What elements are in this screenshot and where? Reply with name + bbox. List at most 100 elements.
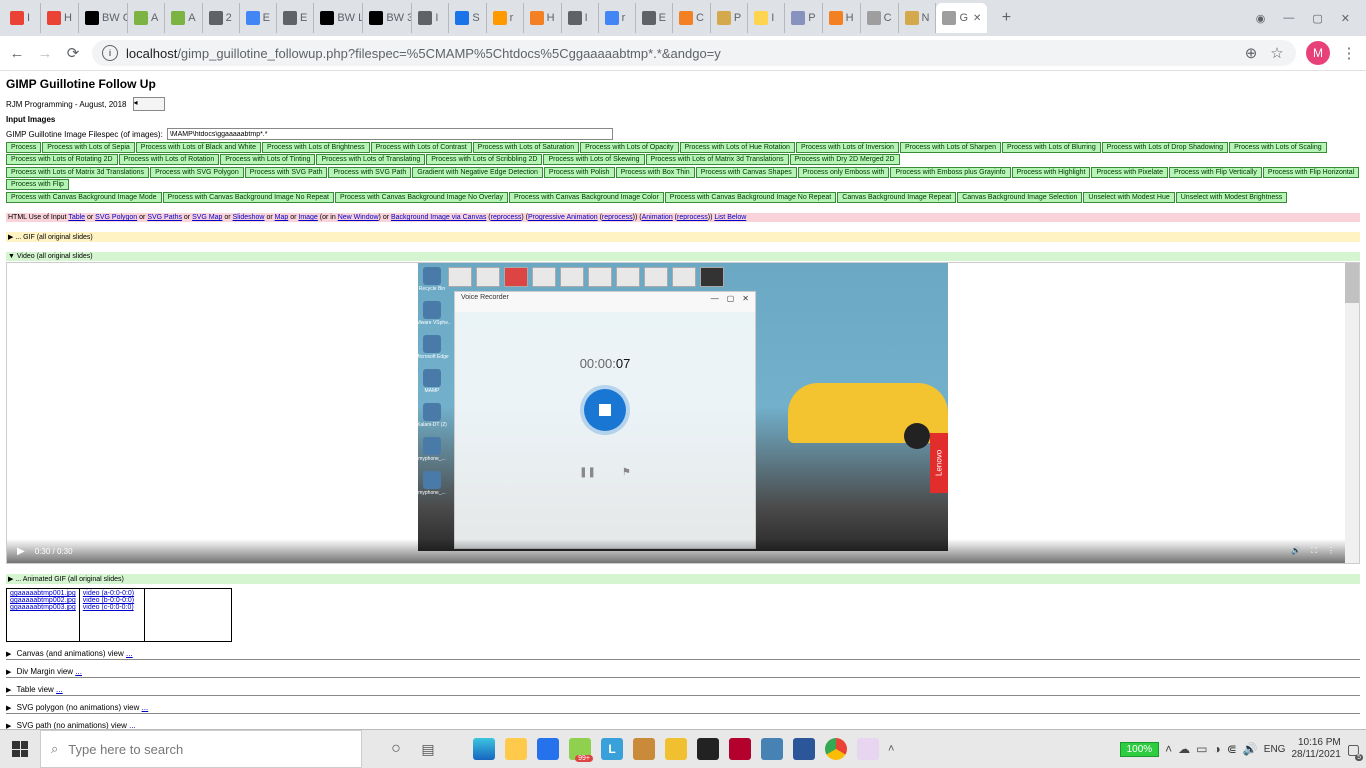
process-button[interactable]: Process with Lots of Matrix 3d Translati… xyxy=(646,154,789,165)
back-button[interactable]: ← xyxy=(8,44,26,62)
rec-max-icon[interactable]: ▢ xyxy=(727,294,735,310)
browser-tab[interactable]: P xyxy=(785,3,822,33)
process-button[interactable]: Process with Lots of Scaling xyxy=(1229,142,1327,153)
subtitle-input[interactable]: ◂ xyxy=(133,97,165,111)
reload-button[interactable]: ⟳ xyxy=(64,44,82,62)
zoom-icon[interactable]: ⊕ xyxy=(1242,44,1260,62)
process-button[interactable]: Process with SVG Path xyxy=(245,167,328,178)
browser-tab[interactable]: C xyxy=(673,3,711,33)
process-button[interactable]: Canvas Background Image Repeat xyxy=(837,192,956,203)
browser-tab[interactable]: H xyxy=(823,3,861,33)
process-button[interactable]: Process with Lots of Sharpen xyxy=(900,142,1001,153)
process-button[interactable]: Process with Lots of Tinting xyxy=(220,154,315,165)
process-button[interactable]: Process with Pixelate xyxy=(1091,167,1168,178)
app-chrome[interactable] xyxy=(822,735,850,763)
process-button[interactable]: Process with Lots of Translating xyxy=(316,154,425,165)
video-menu-icon[interactable]: ⋮ xyxy=(1327,546,1335,556)
gif-collapsed-bar[interactable]: ▶ ... GIF (all original slides) xyxy=(6,232,1360,242)
play-icon[interactable]: ▶ xyxy=(17,546,25,557)
overflow-chevron-icon[interactable]: ˄ xyxy=(888,743,894,755)
app-libre[interactable]: L xyxy=(598,735,626,763)
tray-chevron-icon[interactable]: ˄ xyxy=(1165,742,1172,756)
browser-tab[interactable]: S xyxy=(449,3,486,33)
browser-tab[interactable]: C xyxy=(861,3,899,33)
app-edge[interactable] xyxy=(470,735,498,763)
app-putty[interactable] xyxy=(662,735,690,763)
process-button[interactable]: Process with Dry 2D Merged 2D xyxy=(790,154,900,165)
recorder-stop-button[interactable] xyxy=(584,389,626,431)
browser-tab[interactable]: BW 3 xyxy=(363,3,412,33)
process-button[interactable]: Process with Lots of Matrix 3d Translati… xyxy=(6,167,149,178)
browser-tab[interactable]: H xyxy=(524,3,562,33)
pause-icon[interactable]: ❚❚ xyxy=(579,467,596,478)
account-icon[interactable]: ◉ xyxy=(1256,12,1266,25)
browser-tab[interactable]: E xyxy=(277,3,314,33)
thumb-link[interactable]: video (b-0:0-0:0) xyxy=(83,597,141,604)
details-row[interactable]: ▶ SVG polygon (no animations) view ... xyxy=(6,702,1360,714)
browser-tab[interactable]: r xyxy=(487,3,524,33)
app-word[interactable] xyxy=(790,735,818,763)
thumb-link[interactable]: video (c-0:0-0:0) xyxy=(83,604,141,611)
process-button[interactable]: Process with Canvas Background Image Mod… xyxy=(6,192,162,203)
rec-close-icon[interactable]: ✕ xyxy=(742,294,749,310)
browser-tab[interactable]: H xyxy=(41,3,79,33)
process-button[interactable]: Process with Lots of Rotating 2D xyxy=(6,154,118,165)
app-notepadpp[interactable]: 99+ xyxy=(566,735,594,763)
process-button[interactable]: Process with Canvas Background Image No … xyxy=(665,192,836,203)
minimize-icon[interactable]: — xyxy=(1283,12,1294,25)
details-row[interactable]: ▶ Table view ... xyxy=(6,684,1360,696)
browser-menu-icon[interactable]: ⋮ xyxy=(1340,44,1358,62)
thumb-link[interactable]: ggaaaaabtmp002.jpg xyxy=(10,597,76,604)
process-button[interactable]: Process with Lots of Contrast xyxy=(371,142,472,153)
scrollbar[interactable] xyxy=(1345,263,1359,563)
process-button[interactable]: Process with Lots of Inversion xyxy=(796,142,899,153)
process-button[interactable]: Process with Canvas Background Image No … xyxy=(163,192,334,203)
close-icon[interactable]: ✕ xyxy=(973,13,981,24)
process-button[interactable]: Process with Flip Horizontal xyxy=(1263,167,1359,178)
browser-tab[interactable]: E xyxy=(240,3,277,33)
process-button[interactable]: Process with Flip xyxy=(6,179,69,190)
browser-tab[interactable]: I xyxy=(562,3,599,33)
process-button[interactable]: Process with SVG Polygon xyxy=(150,167,244,178)
meet-now-icon[interactable]: ▭ xyxy=(1196,742,1207,756)
notifications-icon[interactable]: ▢5 xyxy=(1347,741,1360,758)
process-button[interactable]: Process with Lots of Sepia xyxy=(42,142,135,153)
browser-tab[interactable]: A xyxy=(128,3,165,33)
site-info-icon[interactable]: i xyxy=(102,45,118,61)
app-mamp[interactable] xyxy=(758,735,786,763)
tray-language[interactable]: ENG xyxy=(1264,744,1286,755)
taskbar-search[interactable]: ⌕ Type here to search xyxy=(40,730,362,768)
expand-icon[interactable]: ▶ xyxy=(6,705,11,712)
process-button[interactable]: Process with Lots of Rotation xyxy=(119,154,220,165)
browser-tab-active[interactable]: G ✕ xyxy=(936,3,987,33)
address-bar[interactable]: i localhost/gimp_guillotine_followup.php… xyxy=(92,40,1296,66)
process-button[interactable]: Process with Lots of Saturation xyxy=(473,142,580,153)
process-button[interactable]: Canvas Background Image Selection xyxy=(957,192,1082,203)
process-button[interactable]: Process with Lots of Drop Shadowing xyxy=(1102,142,1228,153)
process-button[interactable]: Process with Lots of Opacity xyxy=(580,142,678,153)
process-button[interactable]: Process xyxy=(6,142,41,153)
process-button[interactable]: Process with Lots of Hue Rotation xyxy=(680,142,795,153)
thumb-link[interactable]: ggaaaaabtmp003.jpg xyxy=(10,604,76,611)
browser-tab[interactable]: I xyxy=(4,3,41,33)
browser-tab[interactable]: A xyxy=(165,3,202,33)
process-button[interactable]: Process with Canvas Background Image No … xyxy=(335,192,508,203)
taskview-icon[interactable]: ▤ xyxy=(414,735,442,763)
process-button[interactable]: Process with SVG Path xyxy=(328,167,411,178)
filespec-input[interactable] xyxy=(167,128,613,140)
browser-tab[interactable]: N xyxy=(899,3,937,33)
battery-indicator[interactable]: 100% xyxy=(1120,742,1160,757)
start-button[interactable] xyxy=(0,730,40,768)
browser-tab[interactable]: I xyxy=(748,3,785,33)
browser-tab[interactable]: BW L xyxy=(314,3,363,33)
app-7zip[interactable] xyxy=(630,735,658,763)
process-button[interactable]: Process with Highlight xyxy=(1012,167,1091,178)
new-tab-button[interactable]: + xyxy=(993,5,1019,31)
browser-tab[interactable]: P xyxy=(711,3,748,33)
sound-icon[interactable]: 🔊 xyxy=(1243,742,1258,756)
expand-icon[interactable]: ▶ xyxy=(6,669,11,676)
process-button[interactable]: Process with Lots of Blurring xyxy=(1002,142,1101,153)
wifi-icon[interactable]: ⋐ xyxy=(1227,742,1237,756)
browser-tab[interactable]: r xyxy=(599,3,636,33)
process-button[interactable]: Process with Canvas Shapes xyxy=(696,167,797,178)
